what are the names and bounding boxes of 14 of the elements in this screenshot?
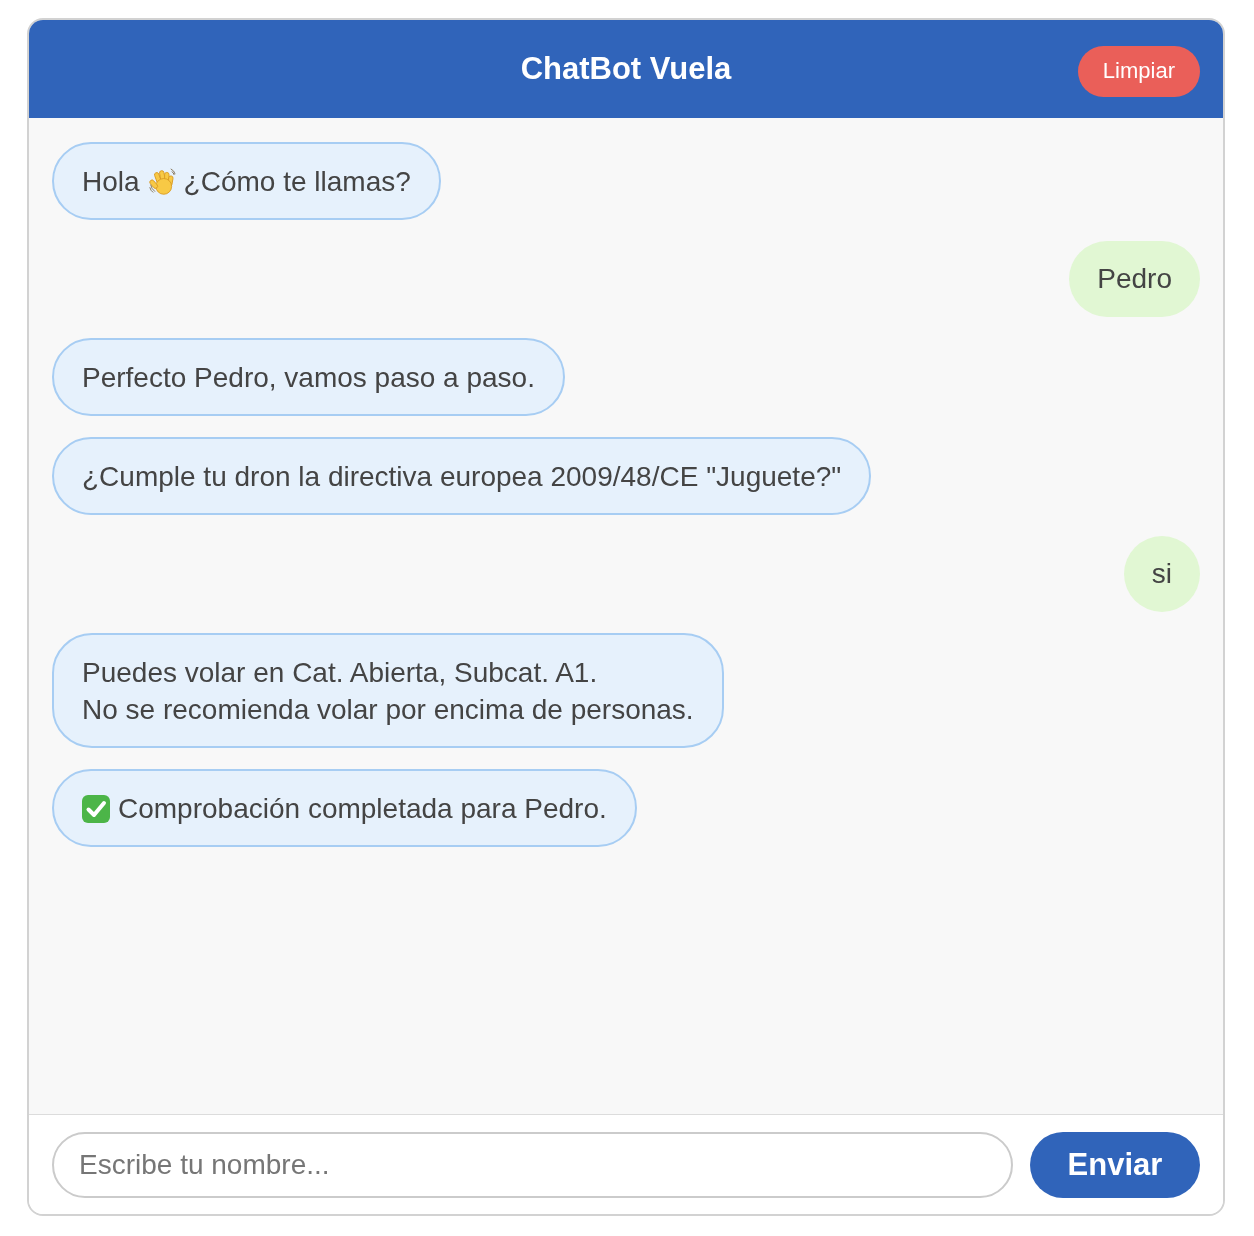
send-button[interactable]: Enviar: [1030, 1132, 1200, 1198]
message-text: ¿Cómo te llamas?: [183, 165, 411, 199]
message-text: ¿Cumple tu dron la directiva europea 2009/48/CE "Juguete?": [82, 460, 842, 494]
message-text: Hola: [82, 165, 140, 199]
message-text: Perfecto Pedro, vamos paso a paso.: [82, 361, 535, 395]
check-icon: [82, 794, 110, 823]
waving-hand-icon: [147, 167, 176, 196]
message-text: Puedes volar en Cat. Abierta, Subcat. A1. No se recomienda volar por encima de personas.: [82, 656, 694, 727]
message-text: Comprobación completada para Pedro.: [118, 792, 607, 826]
message-input-field[interactable]: Escribe tu nombre...: [52, 1132, 1013, 1198]
app-title: ChatBot Vuela: [520, 51, 732, 87]
message-text: Pedro: [1097, 262, 1172, 296]
message-text: si: [1151, 557, 1172, 591]
clear-button[interactable]: Limpiar: [1077, 45, 1200, 97]
